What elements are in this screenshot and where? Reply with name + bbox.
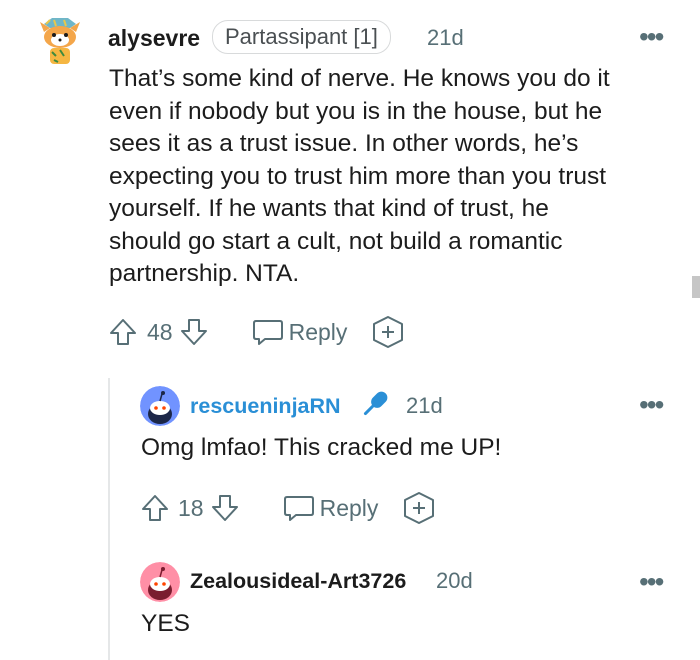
reply-icon bbox=[251, 317, 285, 347]
downvote-icon[interactable] bbox=[179, 317, 209, 347]
reply-button[interactable]: Reply bbox=[251, 317, 348, 347]
cat-avatar-icon bbox=[30, 10, 90, 70]
comment-line: even if nobody but you is in the house, … bbox=[109, 97, 603, 125]
comment-age: 20d bbox=[436, 568, 473, 593]
comment-username[interactable]: rescueninjaRN bbox=[190, 394, 341, 419]
comment-actions: 18 Reply bbox=[140, 490, 436, 526]
comment-line: yourself. If he wants that kind of trust… bbox=[109, 195, 549, 222]
more-options-icon[interactable]: ••• bbox=[639, 391, 664, 419]
avatar[interactable] bbox=[140, 562, 180, 602]
microphone-icon bbox=[357, 386, 393, 422]
scrollbar-handle[interactable] bbox=[692, 276, 700, 298]
vote-count: 18 bbox=[178, 494, 204, 521]
comment-line: should go start a cult, not build a roma… bbox=[109, 227, 563, 255]
downvote-icon[interactable] bbox=[210, 493, 240, 523]
user-flair: Partassipant [1] bbox=[212, 20, 391, 54]
thread-line[interactable] bbox=[108, 378, 110, 660]
avatar[interactable] bbox=[30, 10, 90, 70]
comment-age: 21d bbox=[427, 25, 464, 50]
reply-button[interactable]: Reply bbox=[282, 493, 379, 523]
comment-line: expecting you to trust him more than you… bbox=[109, 162, 607, 190]
comment-line: That’s some kind of nerve. He knows you … bbox=[109, 65, 610, 92]
upvote-icon[interactable] bbox=[140, 493, 170, 523]
comment-line: sees it as a trust issue. In other words… bbox=[109, 130, 579, 157]
comment-body: Omg lmfao! This cracked me UP! bbox=[141, 434, 502, 461]
comment-username[interactable]: alysevre bbox=[108, 25, 200, 52]
reply-label: Reply bbox=[288, 318, 348, 345]
reply-label: Reply bbox=[319, 494, 379, 521]
reply-icon bbox=[282, 493, 316, 523]
comment-age: 21d bbox=[406, 393, 443, 418]
vote-count: 48 bbox=[147, 318, 173, 345]
comment-body: That’s some kind of nerve. He knows you … bbox=[109, 63, 689, 291]
upvote-icon[interactable] bbox=[108, 317, 138, 347]
comment-body: YES bbox=[141, 610, 191, 637]
more-options-icon[interactable]: ••• bbox=[639, 568, 664, 596]
reddit-snoo-icon bbox=[140, 562, 180, 602]
reddit-snoo-icon bbox=[140, 386, 180, 426]
avatar[interactable] bbox=[140, 386, 180, 426]
comment-line: partnership. NTA. bbox=[109, 260, 300, 287]
comment-username[interactable]: Zealousideal-Art3726 bbox=[190, 569, 406, 594]
award-icon[interactable] bbox=[402, 491, 436, 525]
more-options-icon[interactable]: ••• bbox=[639, 23, 664, 51]
award-icon[interactable] bbox=[371, 315, 405, 349]
comment-actions: 48 Reply bbox=[108, 314, 405, 350]
